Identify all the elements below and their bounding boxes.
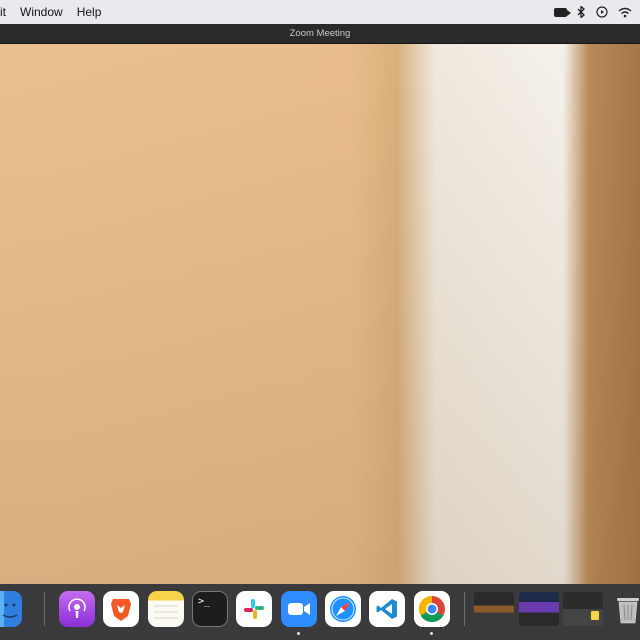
slack-icon[interactable]	[236, 591, 272, 627]
finder-icon[interactable]	[0, 591, 22, 627]
safari-icon[interactable]	[325, 591, 361, 627]
window-thumbnail-3[interactable]	[563, 592, 603, 626]
notes-icon[interactable]	[148, 591, 184, 627]
menu-item-partial[interactable]: it	[0, 5, 6, 19]
menu-item-window[interactable]: Window	[20, 5, 63, 19]
brave-browser-icon[interactable]	[103, 591, 139, 627]
terminal-icon[interactable]: >_	[192, 591, 228, 627]
window-thumbnail-2[interactable]	[519, 592, 559, 626]
screen-record-icon[interactable]	[596, 6, 608, 18]
trash-icon[interactable]	[610, 591, 640, 627]
menu-item-help[interactable]: Help	[77, 5, 102, 19]
window-thumbnail-1[interactable]	[474, 592, 514, 626]
terminal-prompt: >_	[198, 596, 211, 607]
dock-separator	[44, 592, 45, 626]
wifi-icon[interactable]	[618, 7, 632, 18]
window-title: Zoom Meeting	[289, 28, 351, 39]
participant-video-placeholder	[0, 44, 640, 584]
bluetooth-icon[interactable]	[577, 6, 586, 18]
chrome-icon[interactable]	[414, 591, 450, 627]
notes-badge-icon	[591, 611, 599, 620]
dock-separator	[464, 592, 465, 626]
menu-bar: it Window Help	[0, 0, 640, 24]
chrome-running-indicator	[430, 632, 433, 635]
vscode-icon[interactable]	[369, 591, 405, 627]
window-title-bar: Zoom Meeting	[0, 24, 640, 44]
zoom-running-indicator	[297, 632, 300, 635]
zoom-icon[interactable]	[281, 591, 317, 627]
status-area	[554, 0, 632, 24]
video-feed[interactable]	[0, 44, 640, 584]
podcasts-icon[interactable]	[59, 591, 95, 627]
camera-icon[interactable]	[554, 7, 571, 17]
